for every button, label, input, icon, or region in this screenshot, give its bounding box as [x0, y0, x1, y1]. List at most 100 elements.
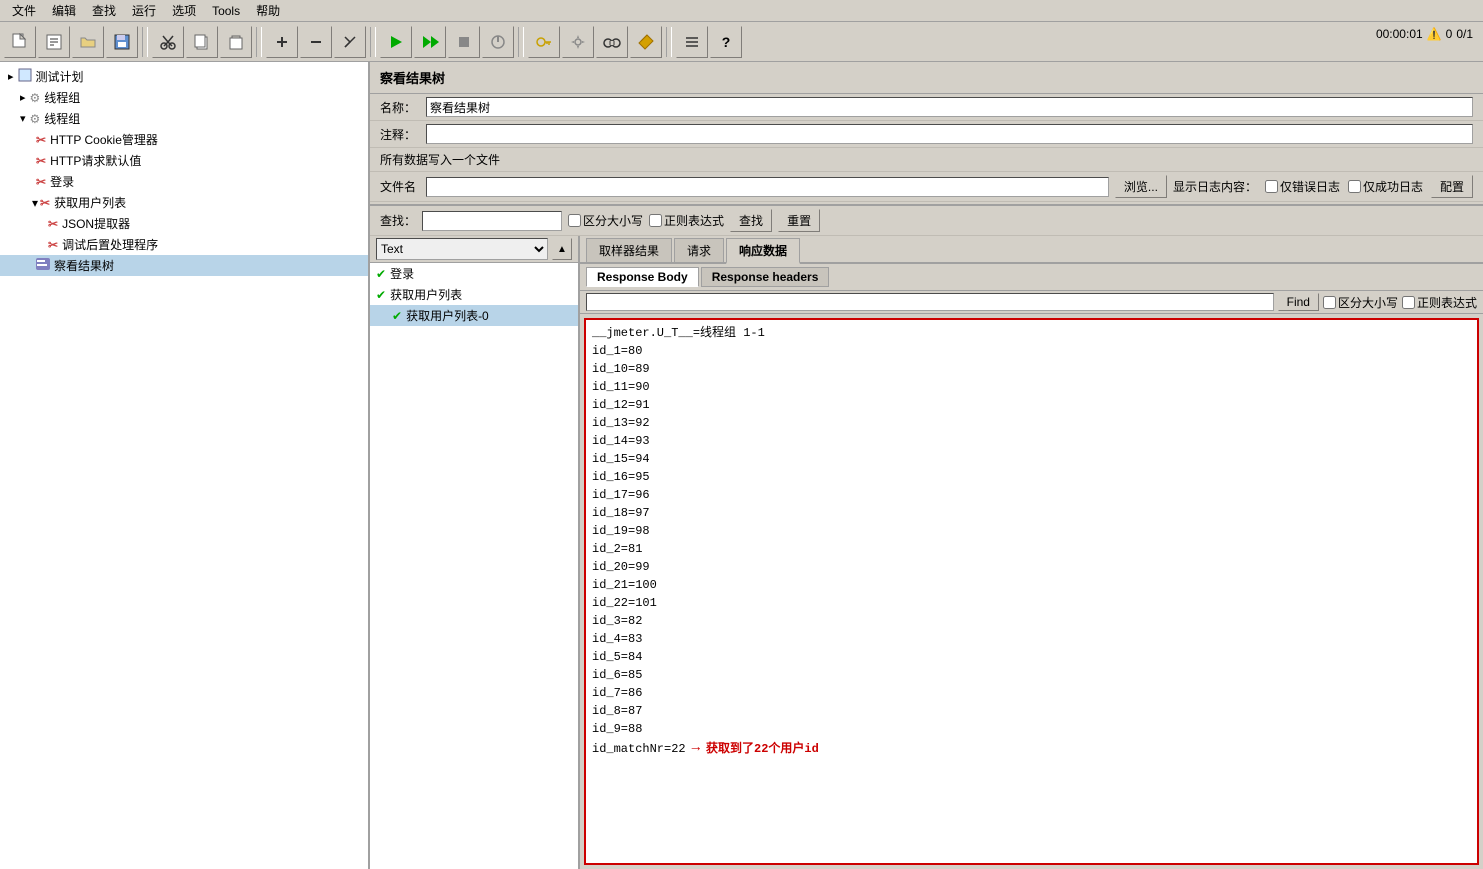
- sidebar-label-cookie: HTTP Cookie管理器: [50, 131, 158, 148]
- sub-tab-bar: Response Body Response headers: [580, 264, 1483, 291]
- response-content[interactable]: __jmeter.U_T__=线程组 1-1id_1=80id_10=89id_…: [584, 318, 1479, 865]
- menu-file[interactable]: 文件: [4, 0, 44, 21]
- sub-tab-response-body[interactable]: Response Body: [586, 267, 699, 287]
- list-item-login[interactable]: ✔ 登录: [370, 263, 578, 284]
- sidebar-item-view-results[interactable]: 察看结果树: [0, 255, 368, 276]
- help-button[interactable]: ?: [710, 26, 742, 58]
- only-errors-checkbox[interactable]: [1265, 180, 1278, 193]
- sidebar-icon-getusers-expand: ▾: [32, 196, 38, 210]
- list-item-login-label: 登录: [390, 265, 414, 282]
- sidebar-icon-get-users: ✂: [40, 196, 50, 210]
- sidebar-item-get-users[interactable]: ▾ ✂ 获取用户列表: [0, 192, 368, 213]
- shutdown-button[interactable]: [482, 26, 514, 58]
- scroll-up-button[interactable]: ▲: [552, 238, 572, 260]
- search-input[interactable]: [422, 211, 562, 231]
- regex-checkbox[interactable]: [649, 214, 662, 227]
- file-input[interactable]: [426, 177, 1109, 197]
- detail-regex-checkbox[interactable]: [1402, 296, 1415, 309]
- start-button[interactable]: [380, 26, 412, 58]
- detail-case-label[interactable]: 区分大小写: [1323, 294, 1398, 311]
- annotation-text: 获取到了22个用户id: [706, 740, 819, 758]
- sidebar-label-debug: 调试后置处理程序: [62, 236, 158, 253]
- menu-help[interactable]: 帮助: [248, 0, 288, 21]
- clear-button[interactable]: [630, 26, 662, 58]
- case-sensitive-label[interactable]: 区分大小写: [568, 212, 643, 229]
- sidebar-item-http-defaults[interactable]: ✂ HTTP请求默认值: [0, 150, 368, 171]
- collapse-button[interactable]: [300, 26, 332, 58]
- reset-button[interactable]: 重置: [778, 209, 820, 232]
- find-button[interactable]: 查找: [730, 209, 772, 232]
- copy-button[interactable]: [186, 26, 218, 58]
- toolbar: ? 00:00:01 ⚠️ 0 0/1: [0, 22, 1483, 62]
- sidebar-item-thread-group-1[interactable]: ▸ ⚙ 线程组: [0, 87, 368, 108]
- name-input[interactable]: [426, 97, 1473, 117]
- menu-find[interactable]: 查找: [84, 0, 124, 21]
- response-line: __jmeter.U_T__=线程组 1-1: [592, 324, 1471, 342]
- sidebar-item-thread-group-2[interactable]: ▾ ⚙ 线程组: [0, 108, 368, 129]
- list-button[interactable]: [676, 26, 708, 58]
- toggle-button[interactable]: [334, 26, 366, 58]
- browse-button[interactable]: 浏览...: [1115, 175, 1167, 198]
- menu-options[interactable]: 选项: [164, 0, 204, 21]
- comment-input[interactable]: [426, 124, 1473, 144]
- new-button[interactable]: [4, 26, 36, 58]
- detail-search-input[interactable]: [586, 293, 1274, 311]
- sidebar-item-cookie-manager[interactable]: ✂ HTTP Cookie管理器: [0, 129, 368, 150]
- write-all-label: 所有数据写入一个文件: [380, 151, 500, 168]
- menu-run[interactable]: 运行: [124, 0, 164, 21]
- text-selector[interactable]: Text: [376, 238, 548, 260]
- menu-edit[interactable]: 编辑: [44, 0, 84, 21]
- toolbar-sep-3: [370, 27, 376, 57]
- tree-expand-icon: ▸: [8, 70, 14, 83]
- only-errors-label[interactable]: 仅错误日志: [1265, 178, 1340, 195]
- write-all-row: 所有数据写入一个文件: [370, 148, 1483, 172]
- response-line: id_6=85: [592, 666, 1471, 684]
- right-panel: 察看结果树 名称： 注释： 所有数据写入一个文件 文件名 浏览... 显示日志内…: [370, 62, 1483, 869]
- tab-request[interactable]: 请求: [674, 238, 724, 262]
- only-success-checkbox[interactable]: [1348, 180, 1361, 193]
- warning-icon: ⚠️: [1427, 27, 1442, 41]
- response-line: id_8=87: [592, 702, 1471, 720]
- detail-case-checkbox[interactable]: [1323, 296, 1336, 309]
- response-line: id_21=100: [592, 576, 1471, 594]
- tree-expand-icon-2: ▸: [20, 91, 26, 104]
- tab-sampler-result[interactable]: 取样器结果: [586, 238, 672, 262]
- open-button[interactable]: [72, 26, 104, 58]
- sidebar-icon-debug: ✂: [48, 238, 58, 252]
- key-button[interactable]: [528, 26, 560, 58]
- cut-button[interactable]: [152, 26, 184, 58]
- start-no-pause-button[interactable]: [414, 26, 446, 58]
- case-sensitive-checkbox[interactable]: [568, 214, 581, 227]
- sidebar-item-debug-post[interactable]: ✂ 调试后置处理程序: [0, 234, 368, 255]
- expand-button[interactable]: [266, 26, 298, 58]
- sidebar-item-test-plan[interactable]: ▸ 测试计划: [0, 66, 368, 87]
- response-line: id_16=95: [592, 468, 1471, 486]
- detail-search-row: Find 区分大小写 正则表达式: [580, 291, 1483, 314]
- save-button[interactable]: [106, 26, 138, 58]
- sidebar-label-get-users: 获取用户列表: [54, 194, 126, 211]
- list-item-get-users[interactable]: ✔ 获取用户列表: [370, 284, 578, 305]
- list-item-get-users-0[interactable]: ✔ 获取用户列表-0: [370, 305, 578, 326]
- detail-regex-text: 正则表达式: [1417, 294, 1477, 311]
- status-icon-get-users: ✔: [376, 288, 386, 302]
- sidebar-item-login[interactable]: ✂ 登录: [0, 171, 368, 192]
- config-button[interactable]: 配置: [1431, 175, 1473, 198]
- paste-button[interactable]: [220, 26, 252, 58]
- binoculars-button[interactable]: [596, 26, 628, 58]
- templates-button[interactable]: [38, 26, 70, 58]
- search-row: 查找： 区分大小写 正则表达式 查找 重置: [370, 206, 1483, 236]
- only-success-label[interactable]: 仅成功日志: [1348, 178, 1423, 195]
- comment-row: 注释：: [370, 121, 1483, 148]
- stop-button[interactable]: [448, 26, 480, 58]
- search-label: 查找：: [380, 212, 416, 229]
- detail-find-button[interactable]: Find: [1278, 293, 1319, 311]
- detail-regex-label[interactable]: 正则表达式: [1402, 294, 1477, 311]
- tab-response-data[interactable]: 响应数据: [726, 238, 800, 264]
- sidebar-item-json-extractor[interactable]: ✂ JSON提取器: [0, 213, 368, 234]
- response-line: id_5=84: [592, 648, 1471, 666]
- gear-button[interactable]: [562, 26, 594, 58]
- menu-tools[interactable]: Tools: [204, 2, 248, 20]
- sidebar-tree: ▸ 测试计划 ▸ ⚙ 线程组 ▾ ⚙ 线程组 ✂ HTTP Cookie管理器: [0, 62, 370, 869]
- regex-label[interactable]: 正则表达式: [649, 212, 724, 229]
- sub-tab-response-headers[interactable]: Response headers: [701, 267, 830, 287]
